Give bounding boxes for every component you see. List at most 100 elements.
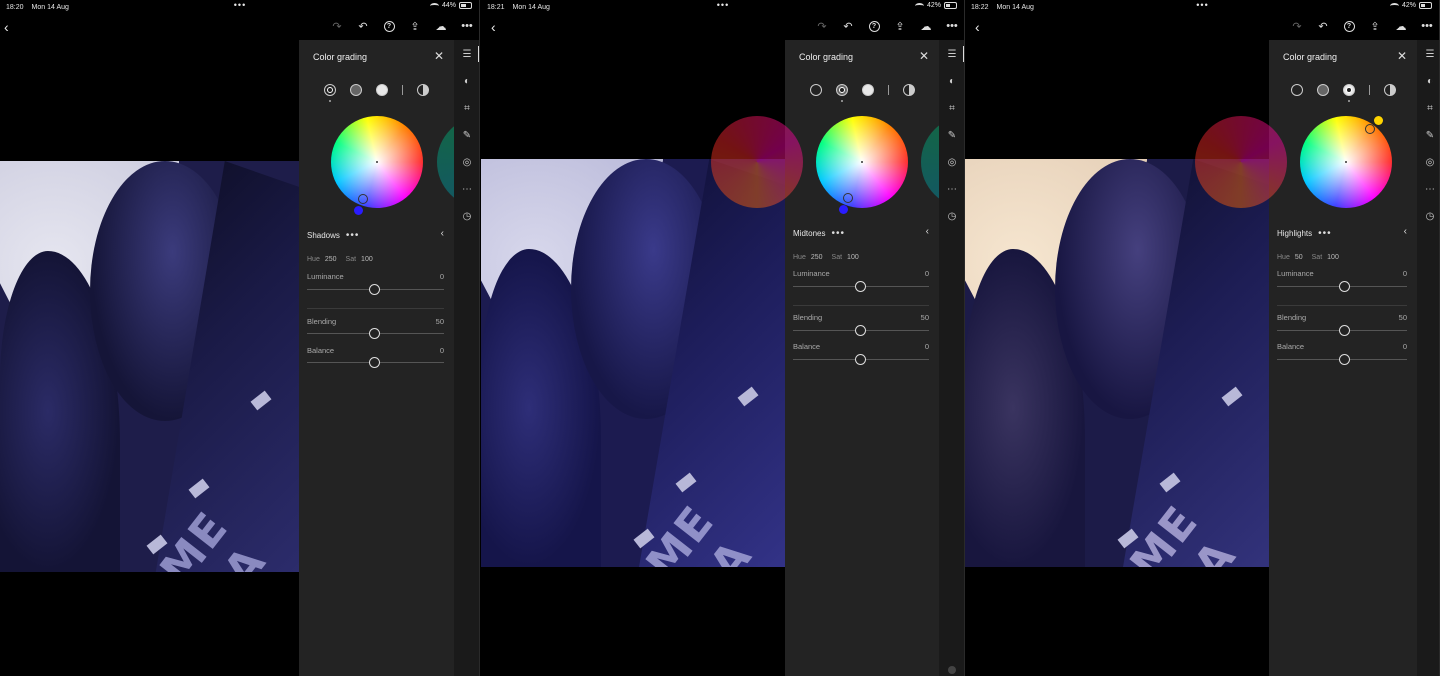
more-options-icon[interactable]: ••• xyxy=(831,228,845,239)
global-mode-button[interactable] xyxy=(1383,84,1396,96)
shadows-color-wheel[interactable] xyxy=(331,116,423,208)
photo-canvas: ME GA xyxy=(481,159,785,567)
highlights-mode-button[interactable] xyxy=(1342,84,1355,102)
share-icon[interactable]: ⇪ xyxy=(1368,19,1382,33)
history-icon[interactable]: ◷ xyxy=(946,210,958,222)
more-icon[interactable]: ••• xyxy=(460,19,474,33)
undo-icon[interactable]: ↶ xyxy=(841,19,855,33)
previous-wheel-preview[interactable] xyxy=(711,116,803,208)
wheel-handle[interactable] xyxy=(358,194,368,204)
edit-sliders-icon[interactable]: ☰ xyxy=(946,48,958,60)
wheel-handle[interactable] xyxy=(1365,124,1375,134)
share-icon[interactable]: ⇪ xyxy=(408,19,422,33)
presets-icon[interactable]: ◎ xyxy=(946,156,958,168)
masking-icon[interactable]: ◐ xyxy=(461,75,473,87)
luminance-slider[interactable] xyxy=(307,284,444,295)
more-options-icon[interactable]: ••• xyxy=(1318,228,1332,239)
masking-icon[interactable]: ◐ xyxy=(1424,75,1436,87)
more-icon[interactable]: ••• xyxy=(945,19,959,33)
highlights-mode-button[interactable] xyxy=(376,84,388,96)
balance-slider[interactable] xyxy=(1277,354,1407,365)
balance-knob[interactable] xyxy=(1339,354,1350,365)
crop-icon[interactable]: ⌗ xyxy=(946,102,958,114)
hue-saturation-marker[interactable] xyxy=(1374,116,1383,125)
presets-icon[interactable]: ◎ xyxy=(1424,156,1436,168)
help-icon[interactable]: ? xyxy=(1342,19,1356,33)
back-chevron-icon[interactable]: ‹ xyxy=(4,19,16,35)
midtones-mode-button[interactable] xyxy=(1316,84,1329,96)
close-icon[interactable]: ✕ xyxy=(434,49,444,63)
global-mode-button[interactable] xyxy=(417,84,429,96)
healing-brush-icon[interactable]: ✎ xyxy=(461,129,473,141)
wheel-handle[interactable] xyxy=(843,193,853,203)
crop-icon[interactable]: ⌗ xyxy=(1424,102,1436,114)
midtones-color-wheel[interactable] xyxy=(816,116,908,208)
shadows-mode-button[interactable] xyxy=(324,84,336,102)
screen-2: 18:21 Mon 14 Aug ••• 42% ‹ ↷ ↶ ? ⇪ ☁ ••• … xyxy=(481,0,965,676)
close-icon[interactable]: ✕ xyxy=(1397,49,1407,63)
luminance-knob[interactable] xyxy=(1339,281,1350,292)
more-options-icon[interactable]: ••• xyxy=(346,230,360,241)
highlights-mode-button[interactable] xyxy=(861,84,874,96)
versions-icon[interactable]: ⋯ xyxy=(461,183,473,195)
balance-slider[interactable] xyxy=(793,354,929,365)
hue-saturation-marker[interactable] xyxy=(354,206,363,215)
luminance-slider[interactable] xyxy=(793,281,929,292)
share-icon[interactable]: ⇪ xyxy=(893,19,907,33)
versions-icon[interactable]: ⋯ xyxy=(946,183,958,195)
undo-icon[interactable]: ↶ xyxy=(356,19,370,33)
masking-icon[interactable]: ◐ xyxy=(946,75,958,87)
blending-slider[interactable] xyxy=(793,325,929,336)
highlights-color-wheel[interactable] xyxy=(1300,116,1392,208)
cloud-sync-icon[interactable]: ☁ xyxy=(434,19,448,33)
blending-slider[interactable] xyxy=(1277,325,1407,336)
global-mode-button[interactable] xyxy=(902,84,915,96)
healing-brush-icon[interactable]: ✎ xyxy=(1424,129,1436,141)
cloud-sync-icon[interactable]: ☁ xyxy=(1394,19,1408,33)
help-icon[interactable]: ? xyxy=(382,19,396,33)
healing-brush-icon[interactable]: ✎ xyxy=(946,129,958,141)
redo-icon[interactable]: ↷ xyxy=(330,19,344,33)
balance-knob[interactable] xyxy=(855,354,866,365)
back-chevron-icon[interactable]: ‹ xyxy=(975,19,987,35)
collapse-chevron-icon[interactable]: ‹ xyxy=(441,228,444,239)
shadows-mode-button[interactable] xyxy=(1290,84,1303,96)
redo-icon[interactable]: ↷ xyxy=(815,19,829,33)
luminance-knob[interactable] xyxy=(369,284,380,295)
collapse-chevron-icon[interactable]: ‹ xyxy=(1404,226,1407,237)
midtones-mode-button[interactable] xyxy=(350,84,362,96)
shadows-mode-button[interactable] xyxy=(809,84,822,96)
undo-icon[interactable]: ↶ xyxy=(1316,19,1330,33)
hue-saturation-marker[interactable] xyxy=(839,205,848,214)
collapse-chevron-icon[interactable]: ‹ xyxy=(926,226,929,237)
edit-sliders-icon[interactable]: ☰ xyxy=(461,48,473,60)
presets-icon[interactable]: ◎ xyxy=(461,156,473,168)
history-icon[interactable]: ◷ xyxy=(1424,210,1436,222)
hue-label: Hue xyxy=(793,254,806,261)
battery-icon xyxy=(1419,2,1432,9)
redo-icon[interactable]: ↷ xyxy=(1290,19,1304,33)
balance-slider[interactable] xyxy=(307,357,444,368)
back-chevron-icon[interactable]: ‹ xyxy=(491,19,503,35)
crop-icon[interactable]: ⌗ xyxy=(461,102,473,114)
blending-knob[interactable] xyxy=(1339,325,1350,336)
info-icon[interactable] xyxy=(948,666,956,674)
luminance-slider[interactable] xyxy=(1277,281,1407,292)
more-icon[interactable]: ••• xyxy=(1420,19,1434,33)
history-icon[interactable]: ◷ xyxy=(461,210,473,222)
cloud-sync-icon[interactable]: ☁ xyxy=(919,19,933,33)
close-icon[interactable]: ✕ xyxy=(919,49,929,63)
blending-knob[interactable] xyxy=(369,328,380,339)
luminance-knob[interactable] xyxy=(855,281,866,292)
versions-icon[interactable]: ⋯ xyxy=(1424,183,1436,195)
help-icon[interactable]: ? xyxy=(867,19,881,33)
blending-slider[interactable] xyxy=(307,328,444,339)
multitasking-dots-icon[interactable]: ••• xyxy=(717,0,729,10)
blending-knob[interactable] xyxy=(855,325,866,336)
balance-knob[interactable] xyxy=(369,357,380,368)
midtones-mode-button[interactable] xyxy=(835,84,848,102)
multitasking-dots-icon[interactable]: ••• xyxy=(1196,0,1208,10)
previous-wheel-preview[interactable] xyxy=(1195,116,1287,208)
edit-sliders-icon[interactable]: ☰ xyxy=(1424,48,1436,60)
multitasking-dots-icon[interactable]: ••• xyxy=(234,0,246,10)
